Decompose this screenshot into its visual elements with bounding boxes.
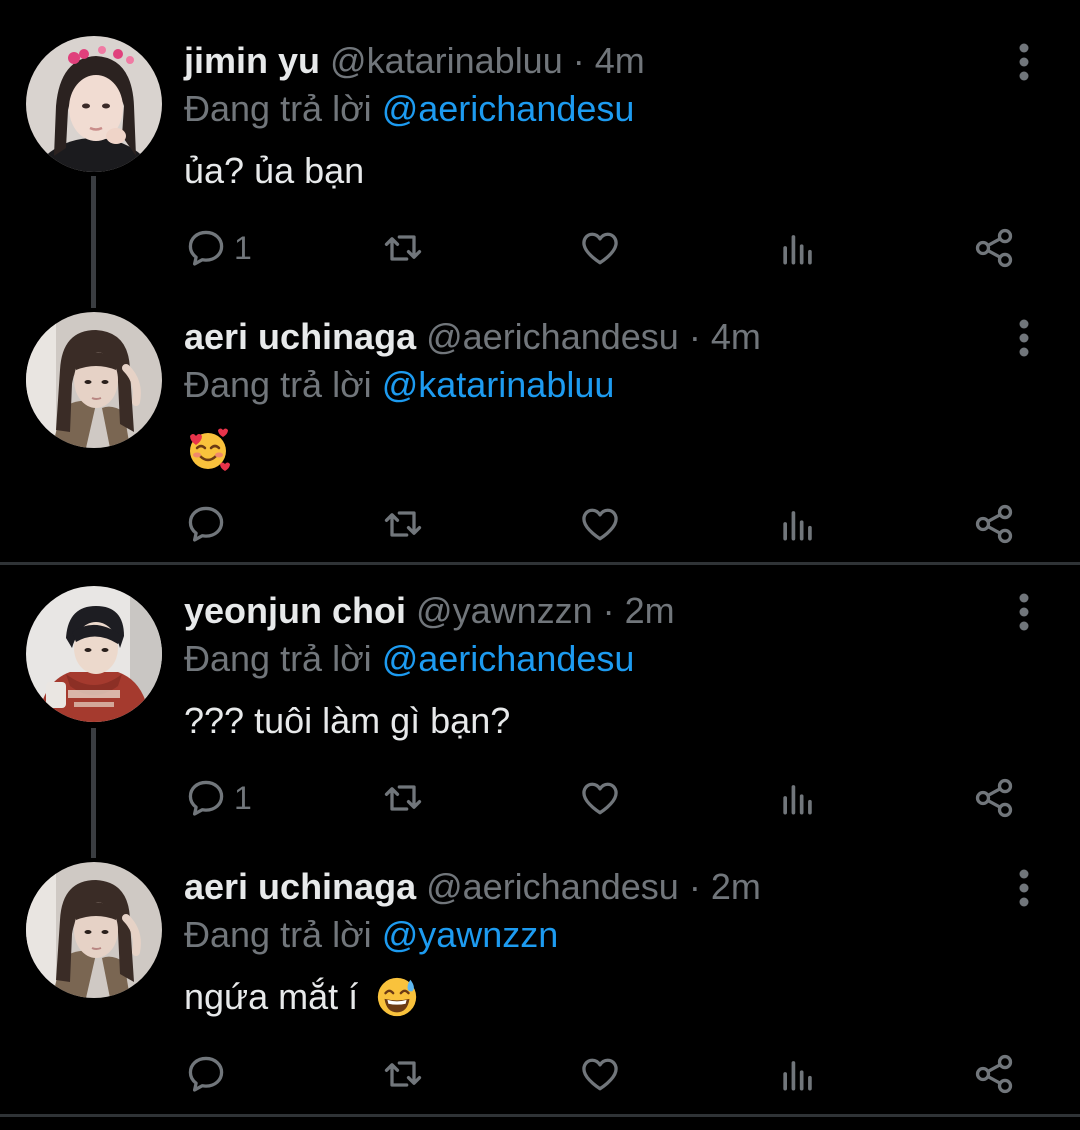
comment-icon <box>188 1056 224 1092</box>
more-vertical-icon[interactable] <box>1012 42 1036 82</box>
thread-divider <box>0 1114 1080 1117</box>
retweet-button[interactable] <box>380 776 426 820</box>
tweet-text: ủa? ủa bạn <box>184 146 364 196</box>
like-button[interactable] <box>578 502 622 546</box>
retweet-icon <box>384 511 422 537</box>
avatar[interactable] <box>26 312 162 448</box>
display-name[interactable]: yeonjun choi <box>184 590 406 631</box>
user-handle[interactable]: @aerichandesu <box>426 316 679 357</box>
share-icon <box>975 1054 1013 1094</box>
share-icon <box>975 504 1013 544</box>
replying-to-label: Đang trả lời <box>184 638 372 679</box>
tweet[interactable]: yeonjun choi @yawnzzn · 2m Đang trả lời … <box>0 586 1080 826</box>
reply-button[interactable] <box>184 502 234 546</box>
retweet-button[interactable] <box>380 226 426 270</box>
share-button[interactable] <box>972 1052 1016 1096</box>
reply-button[interactable] <box>184 1052 234 1096</box>
comment-icon <box>188 230 224 266</box>
tweet[interactable]: jimin yu @katarinabluu · 4m Đang trả lời… <box>0 36 1080 276</box>
tweet[interactable]: aeri uchinaga @aerichandesu · 4m Đang tr… <box>0 312 1080 552</box>
heart-icon <box>582 508 618 541</box>
views-button[interactable] <box>776 502 820 546</box>
retweet-button[interactable] <box>380 502 426 546</box>
display-name[interactable]: jimin yu <box>184 40 320 81</box>
comment-icon <box>188 780 224 816</box>
tweet-text: ??? tuôi làm gì bạn? <box>184 696 510 746</box>
action-bar <box>184 1052 1034 1096</box>
tweet-text-content: ủa? ủa bạn <box>184 150 365 191</box>
smiling-face-with-hearts-emoji <box>190 428 230 472</box>
replying-to-mention[interactable]: @aerichandesu <box>382 638 635 679</box>
share-icon <box>975 228 1013 268</box>
views-icon <box>783 235 812 265</box>
avatar[interactable] <box>26 862 162 998</box>
share-icon <box>975 778 1013 818</box>
replying-to: Đang trả lời @yawnzzn <box>184 910 558 960</box>
action-bar <box>184 502 1034 546</box>
heart-icon <box>582 1058 618 1091</box>
tweet-header: yeonjun choi @yawnzzn · 2m <box>184 586 675 636</box>
user-handle[interactable]: @katarinabluu <box>330 40 563 81</box>
replying-to-label: Đang trả lời <box>184 364 372 405</box>
retweet-button[interactable] <box>380 1052 426 1096</box>
replying-to: Đang trả lời @katarinabluu <box>184 360 614 410</box>
views-icon <box>783 1061 812 1091</box>
user-handle[interactable]: @yawnzzn <box>416 590 593 631</box>
tweet-header: aeri uchinaga @aerichandesu · 4m <box>184 312 761 362</box>
views-button[interactable] <box>776 1052 820 1096</box>
action-bar: 1 <box>184 226 1034 270</box>
share-button[interactable] <box>972 776 1016 820</box>
more-vertical-icon[interactable] <box>1012 868 1036 908</box>
action-bar: 1 <box>184 776 1034 820</box>
like-button[interactable] <box>578 226 622 270</box>
reply-button[interactable]: 1 <box>184 776 252 820</box>
timestamp[interactable]: · 2m <box>689 866 761 907</box>
reply-count: 1 <box>234 779 252 816</box>
tweet-text: ngứa mắt í😅 <box>184 972 420 1022</box>
share-button[interactable] <box>972 226 1016 270</box>
retweet-icon <box>384 235 422 261</box>
replying-to-label: Đang trả lời <box>184 88 372 129</box>
more-vertical-icon[interactable] <box>1012 318 1036 358</box>
display-name[interactable]: aeri uchinaga <box>184 866 416 907</box>
timestamp[interactable]: · 4m <box>573 40 645 81</box>
more-vertical-icon[interactable] <box>1012 592 1036 632</box>
display-name[interactable]: aeri uchinaga <box>184 316 416 357</box>
tweet-header: aeri uchinaga @aerichandesu · 2m <box>184 862 761 912</box>
replying-to-mention[interactable]: @katarinabluu <box>382 364 615 405</box>
reply-button[interactable]: 1 <box>184 226 252 270</box>
retweet-icon <box>384 785 422 811</box>
replying-to-mention[interactable]: @aerichandesu <box>382 88 635 129</box>
grinning-sweat-emoji <box>378 978 417 1017</box>
views-button[interactable] <box>776 776 820 820</box>
avatar[interactable] <box>26 586 162 722</box>
tweet-header: jimin yu @katarinabluu · 4m <box>184 36 645 86</box>
replying-to-mention[interactable]: @yawnzzn <box>382 914 559 955</box>
tweet[interactable]: aeri uchinaga @aerichandesu · 2m Đang tr… <box>0 862 1080 1102</box>
tweet-text-content: ngứa mắt í <box>184 976 359 1017</box>
heart-icon <box>582 232 618 265</box>
reply-count: 1 <box>234 229 252 266</box>
timestamp[interactable]: · 4m <box>689 316 761 357</box>
like-button[interactable] <box>578 776 622 820</box>
thread-divider <box>0 562 1080 565</box>
share-button[interactable] <box>972 502 1016 546</box>
views-button[interactable] <box>776 226 820 270</box>
heart-icon <box>582 782 618 815</box>
replying-to-label: Đang trả lời <box>184 914 372 955</box>
comment-icon <box>188 506 224 542</box>
replying-to: Đang trả lời @aerichandesu <box>184 84 634 134</box>
tweet-text: 🥰 <box>184 422 232 474</box>
tweet-text-content: ??? tuôi làm gì bạn? <box>184 700 511 741</box>
like-button[interactable] <box>578 1052 622 1096</box>
retweet-icon <box>384 1061 422 1087</box>
timestamp[interactable]: · 2m <box>603 590 675 631</box>
avatar[interactable] <box>26 36 162 172</box>
views-icon <box>783 511 812 541</box>
user-handle[interactable]: @aerichandesu <box>426 866 679 907</box>
views-icon <box>783 785 812 815</box>
replying-to: Đang trả lời @aerichandesu <box>184 634 634 684</box>
